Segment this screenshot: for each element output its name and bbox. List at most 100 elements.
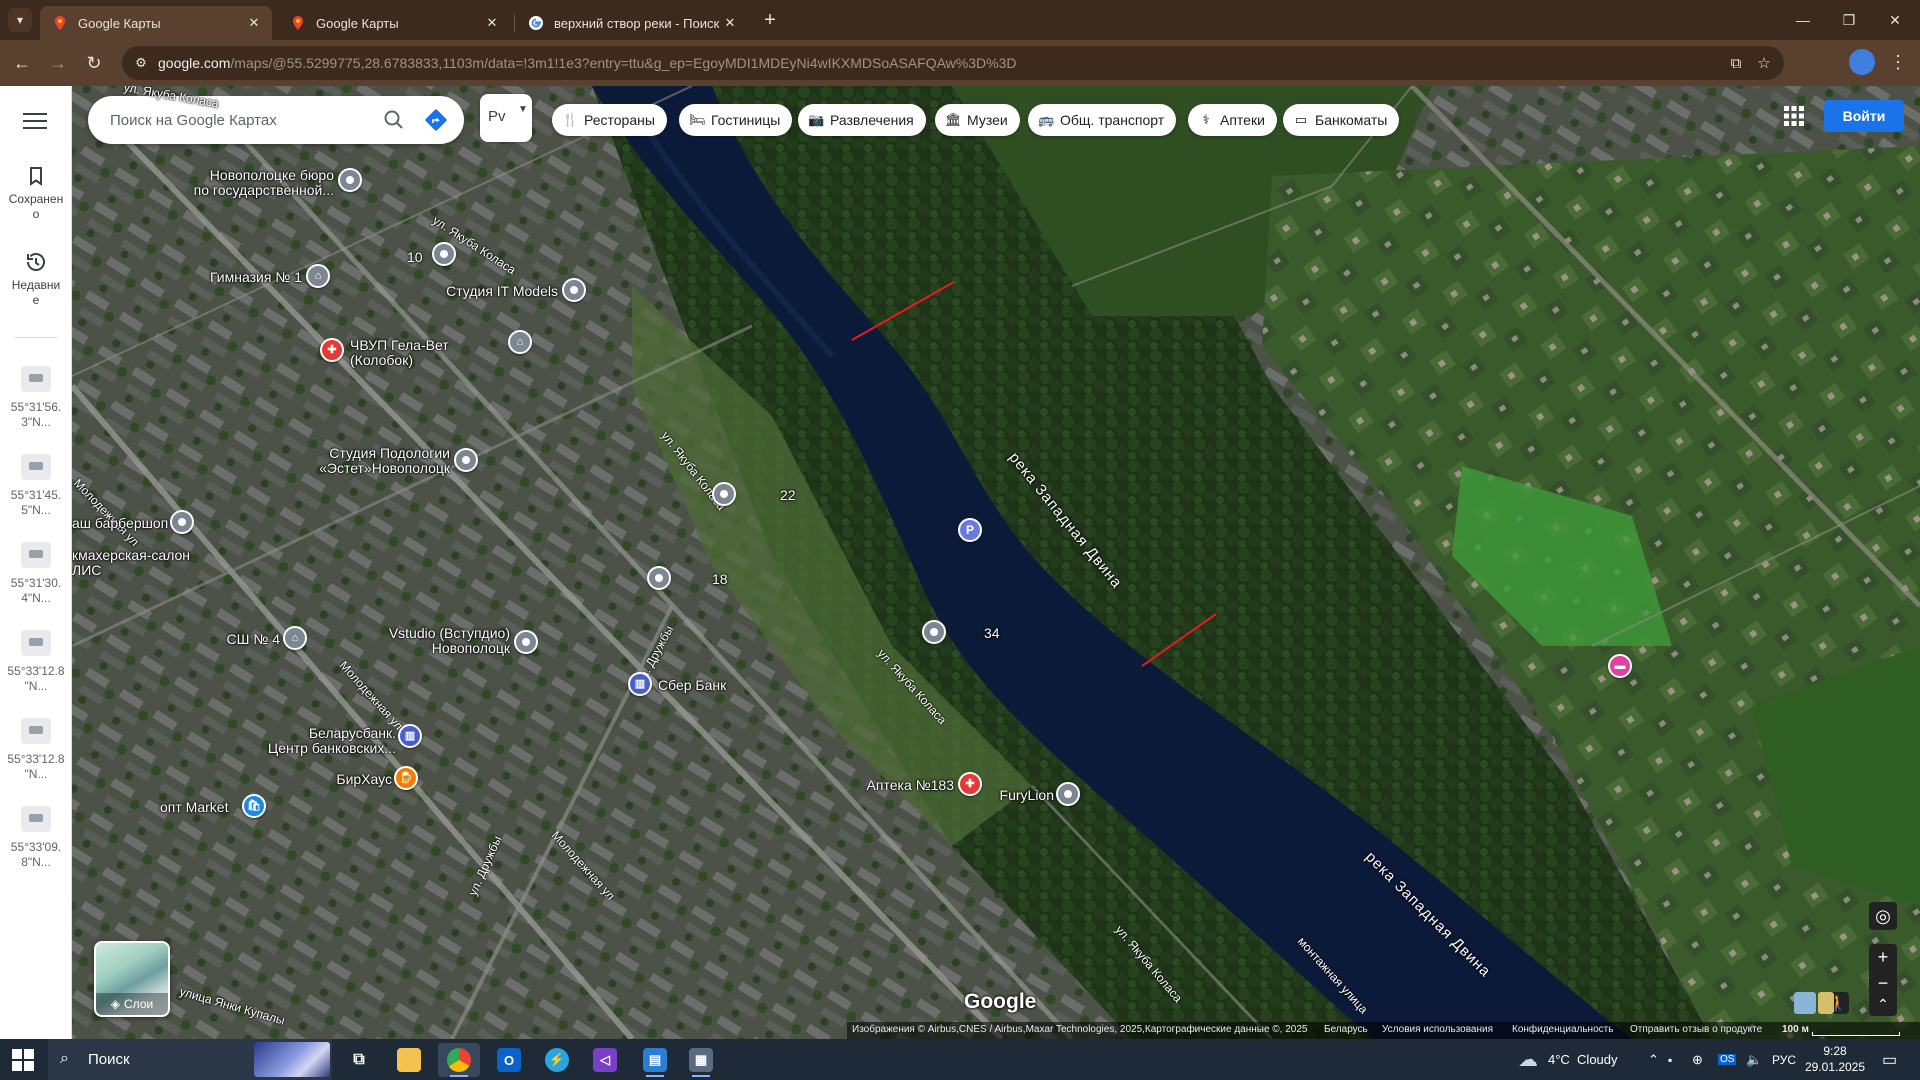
app-bolt-icon[interactable]: ⚡ (536, 1043, 578, 1077)
place-label[interactable]: кмахерская-салон ЛИС (72, 548, 190, 578)
zoom-in-button[interactable]: + (1869, 944, 1897, 970)
footer-link[interactable]: Условия использования (1382, 1024, 1493, 1035)
place-label[interactable]: Сбер Банк (658, 678, 726, 693)
tab-search-button[interactable]: ▾ (8, 8, 32, 32)
sign-in-button[interactable]: Войти (1824, 100, 1904, 132)
directions-icon[interactable] (424, 108, 448, 132)
notification-icon[interactable]: ▭ (1882, 1039, 1897, 1080)
bank-pin[interactable]: ▥ (628, 672, 652, 696)
tray-app-icon[interactable]: ▪ (1668, 1039, 1672, 1080)
address-bar[interactable]: ⚙ google.com/maps/@55.5299775,28.6783833… (122, 46, 1784, 80)
place-label[interactable]: Гимназия № 1 (164, 270, 302, 285)
minimize-icon[interactable]: — (1780, 0, 1826, 40)
place-pin[interactable] (1056, 782, 1080, 806)
footer-link[interactable]: Конфиденциальность (1512, 1024, 1613, 1035)
image-app-icon[interactable]: ▦ (680, 1043, 722, 1077)
tray-overflow-icon[interactable]: ⌃ (1648, 1039, 1659, 1080)
recent-item[interactable]: 55°33'12.8 "N... (0, 718, 72, 782)
place-pin[interactable] (454, 448, 478, 472)
my-location-icon[interactable]: ◎ (1869, 902, 1897, 930)
school-pin[interactable]: ⌂ (283, 626, 307, 650)
windows-start-icon[interactable] (12, 1049, 34, 1071)
place-label[interactable]: Новополоцке бюро по государственной... (160, 168, 334, 198)
place-label[interactable]: 10 (407, 250, 423, 265)
rail-saved[interactable]: Сохранен о (0, 164, 72, 222)
chip-hotels[interactable]: 🛏 Гостиницы (679, 104, 793, 136)
place-label[interactable]: 22 (780, 488, 796, 503)
restore-icon[interactable]: ❐ (1826, 0, 1872, 40)
chrome-icon[interactable] (438, 1043, 480, 1077)
place-label[interactable]: 18 (712, 572, 728, 587)
network-icon[interactable]: ⊕ (1692, 1039, 1703, 1080)
place-pin[interactable] (647, 566, 671, 590)
tab-close-icon[interactable]: ✕ (482, 13, 502, 33)
place-pin[interactable] (170, 510, 194, 534)
place-label[interactable]: Студия IT Models (392, 284, 558, 299)
imagery-thumb[interactable] (1794, 992, 1816, 1014)
task-view-icon[interactable]: ⧉ (338, 1043, 380, 1077)
place-pin[interactable] (712, 482, 736, 506)
bookmark-star-icon[interactable]: ☆ (1754, 53, 1774, 73)
chip-museums[interactable]: 🏛 Музеи (935, 104, 1020, 136)
place-label[interactable]: аш барбершоп (72, 516, 168, 531)
bank-pin[interactable]: ▥ (398, 724, 422, 748)
school-pin[interactable]: ⌂ (306, 264, 330, 288)
pharmacy-pin[interactable]: ✚ (320, 338, 344, 362)
place-label[interactable]: 34 (984, 626, 1000, 641)
place-label[interactable]: СШ № 4 (192, 632, 280, 647)
outlook-icon[interactable]: O (488, 1043, 530, 1077)
site-info-icon[interactable]: ⚙ (132, 54, 150, 72)
document-app-icon[interactable]: ▤ (634, 1043, 676, 1077)
back-arrow-icon[interactable]: ← (8, 49, 36, 77)
place-label[interactable]: Студия Подологии «Эстет»Новополоцк (272, 446, 450, 476)
language-selector[interactable]: Рv ▼ (480, 94, 532, 142)
recent-item[interactable]: 55°31'56. 3"N... (0, 366, 72, 430)
chevron-up-icon[interactable]: ⌃ (1869, 992, 1897, 1016)
chip-atm[interactable]: ▭ Банкоматы (1283, 104, 1400, 136)
imagery-thumb[interactable] (1818, 992, 1834, 1014)
chip-transit[interactable]: 🚌 Общ. транспорт (1028, 104, 1177, 136)
place-label[interactable]: Беларусбанк. Центр банковских... (252, 726, 396, 756)
tab-google-maps-2[interactable]: Google Карты ✕ (278, 6, 510, 40)
reload-icon[interactable]: ↻ (80, 49, 108, 77)
outlook-tray-icon[interactable]: OS (1718, 1039, 1737, 1080)
url-text[interactable]: google.com/maps/@55.5299775,28.6783833,1… (158, 55, 1016, 71)
school-pin[interactable]: ⌂ (508, 330, 532, 354)
place-label[interactable]: БирХаус (312, 772, 392, 787)
tab-close-icon[interactable]: ✕ (720, 13, 740, 33)
tab-google-search[interactable]: верхний створ реки - Поиск в ✕ (516, 6, 748, 40)
volume-icon[interactable]: 🔈 (1746, 1039, 1762, 1080)
place-label[interactable]: ЧВУП Гела-Вет (Колобок) (350, 338, 449, 368)
place-label[interactable]: Vstudio (Вступдио) Новополоцк (372, 626, 510, 656)
parking-pin[interactable]: P (958, 518, 982, 542)
scale-label[interactable]: 100 м (1782, 1024, 1809, 1035)
forward-arrow-icon[interactable]: → (44, 49, 72, 77)
chip-restaurants[interactable]: 🍴 Рестораны (552, 104, 667, 136)
tab-close-icon[interactable]: ✕ (244, 13, 264, 33)
menu-hamburger-icon[interactable] (23, 113, 47, 131)
visual-studio-icon[interactable]: ◁ (584, 1043, 626, 1077)
place-label[interactable]: опт Market (160, 800, 228, 815)
recent-item[interactable]: 55°33'12.8 "N... (0, 630, 72, 694)
chip-pharmacies[interactable]: ⚕ Аптеки (1188, 104, 1277, 136)
close-window-icon[interactable]: ✕ (1872, 0, 1918, 40)
search-input[interactable] (110, 108, 360, 132)
restaurant-pin[interactable]: 🍺 (394, 766, 418, 790)
shopping-pin[interactable]: 🛍 (242, 794, 266, 818)
place-pin[interactable] (432, 242, 456, 266)
place-pin[interactable] (922, 620, 946, 644)
lodging-pin[interactable]: ▬ (1608, 654, 1632, 678)
footer-link[interactable]: Отправить отзыв о продукте (1630, 1024, 1762, 1035)
profile-avatar[interactable] (1849, 49, 1875, 75)
install-app-icon[interactable]: ⧉ (1726, 53, 1746, 73)
recent-item[interactable]: 55°33'09. 8"N... (0, 806, 72, 870)
footer-link[interactable]: Беларусь (1324, 1024, 1368, 1035)
weather-widget[interactable]: ☁ 4°C Cloudy (1518, 1039, 1618, 1080)
browser-menu-icon[interactable]: ⋮ (1888, 49, 1908, 75)
place-pin[interactable] (514, 630, 538, 654)
google-apps-icon[interactable] (1782, 104, 1806, 128)
place-pin[interactable] (338, 168, 362, 192)
recent-item[interactable]: 55°31'45. 5"N... (0, 454, 72, 518)
recent-item[interactable]: 55°31'30. 4"N... (0, 542, 72, 606)
file-explorer-icon[interactable] (388, 1043, 430, 1077)
